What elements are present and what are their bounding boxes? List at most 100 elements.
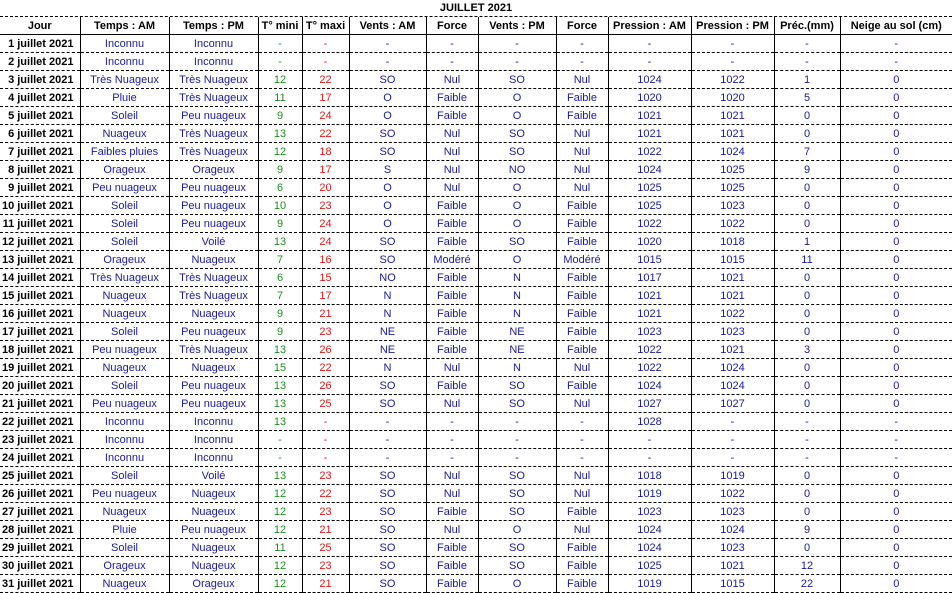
weather-pm-cell: Inconnu <box>169 430 259 449</box>
weather-pm-cell: Peu nuageux <box>169 214 259 233</box>
day-cell: 21 juillet 2021 <box>0 394 81 413</box>
day-cell: 2 juillet 2021 <box>0 52 81 71</box>
table-row: 31 juillet 2021 Nuageux Orageux 12 21 SO Faibl… <box>0 574 952 593</box>
tmin-cell: 13 <box>258 340 303 359</box>
tmin-cell: - <box>258 430 303 449</box>
tmin-cell: 9 <box>258 106 303 125</box>
force-pm-cell: Nul <box>556 124 609 143</box>
table-row: 15 juillet 2021 Nuageux Très Nuageux 7 17 N Fa… <box>0 286 952 305</box>
precip-cell: - <box>774 430 841 449</box>
tmin-cell: 12 <box>258 70 303 89</box>
precip-cell: 0 <box>774 178 841 197</box>
snow-cell: 0 <box>840 142 952 161</box>
pressure-am-cell: 1025 <box>608 178 692 197</box>
wind-am-cell: NE <box>349 340 427 359</box>
pressure-am-cell: 1022 <box>608 142 692 161</box>
pressure-am-cell: 1022 <box>608 340 692 359</box>
table-row: 21 juillet 2021 Peu nuageux Peu nuageux 13 2… <box>0 394 952 413</box>
weather-am-cell: Très Nuageux <box>80 268 170 287</box>
force-am-cell: Faible <box>426 196 479 215</box>
wind-pm-cell: SO <box>478 124 557 143</box>
force-am-cell: Nul <box>426 70 479 89</box>
force-pm-cell: Faible <box>556 340 609 359</box>
pressure-pm-cell: 1021 <box>691 124 775 143</box>
table-row: 23 juillet 2021 Inconnu Inconnu - - - - - - - - - - <box>0 430 952 449</box>
precip-cell: 9 <box>774 160 841 179</box>
force-am-cell: Faible <box>426 232 479 251</box>
tmin-cell: 7 <box>258 250 303 269</box>
pressure-am-cell: 1021 <box>608 106 692 125</box>
table-row: 29 juillet 2021 Soleil Nuageux 11 25 SO Faible… <box>0 538 952 557</box>
weather-am-cell: Inconnu <box>80 412 170 431</box>
weather-pm-cell: Très Nuageux <box>169 286 259 305</box>
pressure-am-cell: 1021 <box>608 304 692 323</box>
force-am-cell: Nul <box>426 394 479 413</box>
wind-pm-cell: SO <box>478 376 557 395</box>
wind-am-cell: O <box>349 106 427 125</box>
day-cell: 24 juillet 2021 <box>0 448 81 467</box>
tmax-cell: 25 <box>302 538 350 557</box>
day-cell: 18 juillet 2021 <box>0 340 81 359</box>
day-cell: 30 juillet 2021 <box>0 556 81 575</box>
day-cell: 4 juillet 2021 <box>0 88 81 107</box>
pressure-am-cell: 1019 <box>608 574 692 593</box>
table-row: 16 juillet 2021 Nuageux Nuageux 9 21 N Faible N… <box>0 304 952 323</box>
pressure-pm-cell: 1024 <box>691 358 775 377</box>
tmin-cell: 9 <box>258 304 303 323</box>
tmax-cell: - <box>302 430 350 449</box>
precip-cell: 0 <box>774 466 841 485</box>
pressure-pm-cell: 1015 <box>691 250 775 269</box>
tmin-cell: 12 <box>258 556 303 575</box>
wind-pm-cell: NE <box>478 340 557 359</box>
weather-pm-cell: Nuageux <box>169 358 259 377</box>
weather-pm-cell: Très Nuageux <box>169 88 259 107</box>
snow-cell: 0 <box>840 232 952 251</box>
weather-am-cell: Pluie <box>80 88 170 107</box>
precip-cell: 0 <box>774 322 841 341</box>
table-row: 18 juillet 2021 Peu nuageux Très Nuageux 13… <box>0 340 952 359</box>
force-am-cell: Faible <box>426 502 479 521</box>
precip-cell: 9 <box>774 520 841 539</box>
table-row: 1 juillet 2021 Inconnu Inconnu - - - - - - - - - - <box>0 34 952 53</box>
wind-pm-cell: O <box>478 88 557 107</box>
precip-cell: 5 <box>774 88 841 107</box>
table-row: 4 juillet 2021 Pluie Très Nuageux 11 17 O Faib… <box>0 88 952 107</box>
precip-cell: 7 <box>774 142 841 161</box>
force-am-cell: Nul <box>426 358 479 377</box>
wind-am-cell: SO <box>349 556 427 575</box>
weather-am-cell: Soleil <box>80 466 170 485</box>
col-header-precipitation: Préc.(mm) <box>774 17 841 35</box>
pressure-pm-cell: 1022 <box>691 304 775 323</box>
precip-cell: 1 <box>774 232 841 251</box>
precip-cell: 0 <box>774 538 841 557</box>
tmax-cell: 17 <box>302 88 350 107</box>
day-cell: 6 juillet 2021 <box>0 124 81 143</box>
snow-cell: 0 <box>840 106 952 125</box>
pressure-pm-cell: - <box>691 34 775 53</box>
precip-cell: 0 <box>774 484 841 503</box>
tmin-cell: 9 <box>258 160 303 179</box>
tmax-cell: 17 <box>302 160 350 179</box>
force-pm-cell: Nul <box>556 466 609 485</box>
pressure-pm-cell: - <box>691 448 775 467</box>
wind-pm-cell: SO <box>478 394 557 413</box>
wind-am-cell: SO <box>349 574 427 593</box>
table-row: 13 juillet 2021 Orageux Nuageux 7 16 SO Modéré… <box>0 250 952 269</box>
force-pm-cell: Faible <box>556 322 609 341</box>
snow-cell: 0 <box>840 178 952 197</box>
tmax-cell: 23 <box>302 322 350 341</box>
weather-am-cell: Inconnu <box>80 34 170 53</box>
force-pm-cell: Faible <box>556 304 609 323</box>
force-am-cell: - <box>426 34 479 53</box>
table-row: 9 juillet 2021 Peu nuageux Peu nuageux 6 20 O… <box>0 178 952 197</box>
tmax-cell: 24 <box>302 214 350 233</box>
table-row: 3 juillet 2021 Très Nuageux Très Nuageux 12… <box>0 70 952 89</box>
day-cell: 8 juillet 2021 <box>0 160 81 179</box>
tmin-cell: 12 <box>258 484 303 503</box>
day-cell: 28 juillet 2021 <box>0 520 81 539</box>
force-pm-cell: Faible <box>556 376 609 395</box>
tmin-cell: 9 <box>258 214 303 233</box>
snow-cell: - <box>840 52 952 71</box>
force-am-cell: Nul <box>426 520 479 539</box>
precip-cell: 11 <box>774 250 841 269</box>
